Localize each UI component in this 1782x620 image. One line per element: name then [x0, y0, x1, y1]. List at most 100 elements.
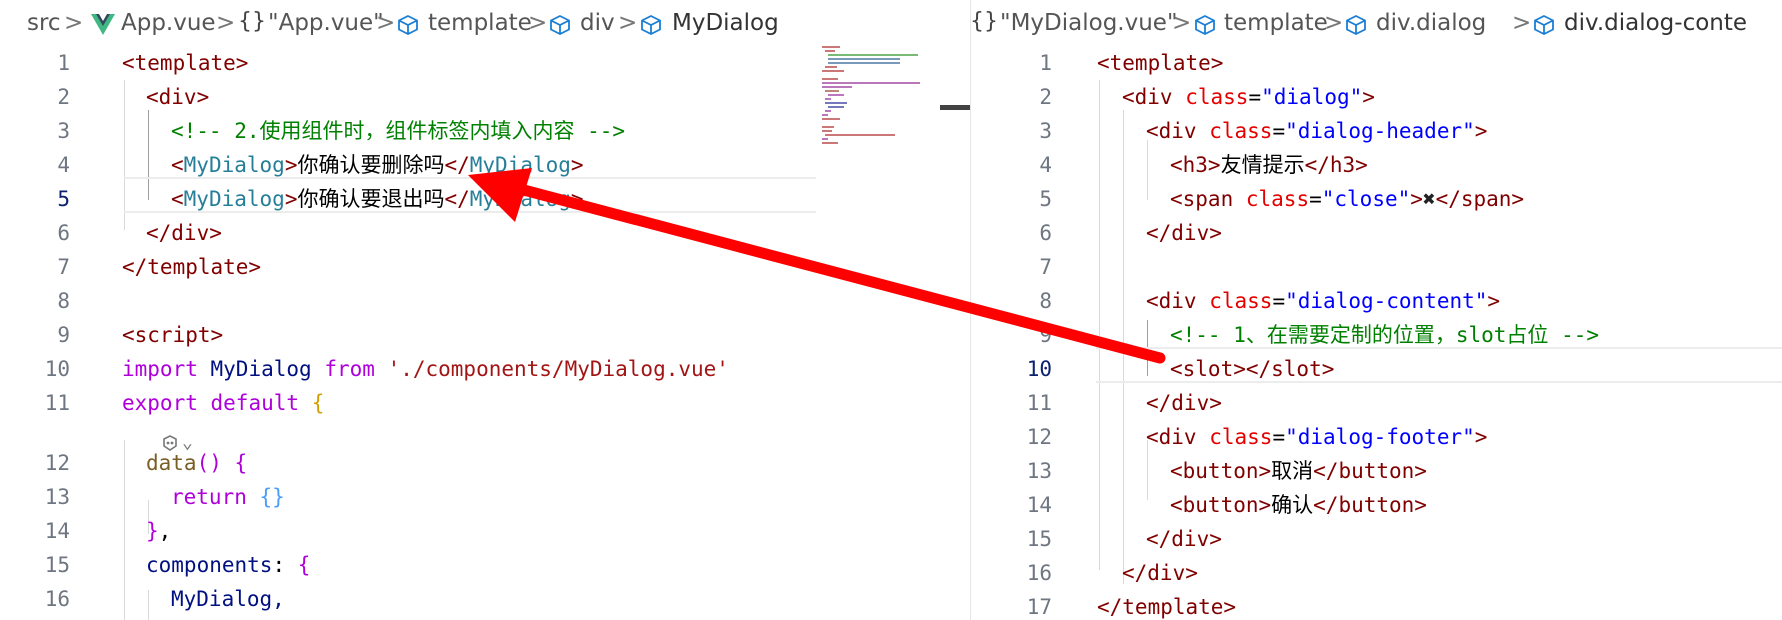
- code-line[interactable]: 1 <template>: [972, 46, 1782, 80]
- breadcrumb-symbol-file[interactable]: "MyDialog.vue": [1000, 10, 1178, 36]
- braces-icon: {}: [238, 9, 266, 34]
- code-line[interactable]: 5 <span class="close">✖</span>: [972, 182, 1782, 216]
- line-number: 4: [57, 153, 70, 177]
- code-line[interactable]: 8: [0, 284, 972, 318]
- heavy-x-icon: ✖: [1422, 187, 1436, 211]
- code-line[interactable]: 16 MyDialog,: [0, 582, 972, 616]
- code-tokens: <MyDialog>你确认要退出吗</MyDialog>: [171, 182, 584, 216]
- code-token: {: [311, 391, 325, 415]
- code-token: <template>: [1097, 51, 1224, 75]
- breadcrumb-div-content[interactable]: div.dialog-conte: [1564, 10, 1747, 36]
- code-token: class: [1209, 289, 1273, 313]
- code-token: MyDialog: [183, 187, 285, 211]
- code-line[interactable]: 8 <div class="dialog-content">: [972, 284, 1782, 318]
- line-number: 2: [1039, 85, 1052, 109]
- code-comment: <!-- 2.使用组件时，组件标签内填入内容 -->: [171, 119, 626, 143]
- chevron-right-icon: >: [64, 10, 84, 36]
- code-line[interactable]: 7: [972, 250, 1782, 284]
- code-line[interactable]: 3 <div class="dialog-header">: [972, 114, 1782, 148]
- code-token: "dialog-footer": [1285, 425, 1475, 449]
- breadcrumb-div[interactable]: div: [580, 10, 615, 36]
- code-line[interactable]: 7 </template>: [0, 250, 972, 284]
- code-token: </div>: [1146, 527, 1222, 551]
- line-number: 5: [57, 187, 70, 211]
- code-tokens: <div class="dialog">: [1122, 80, 1375, 114]
- code-tokens: return {}: [171, 480, 285, 514]
- code-line[interactable]: 11 </div>: [972, 386, 1782, 420]
- cube-icon: [398, 14, 418, 36]
- code-token: </div>: [146, 221, 222, 245]
- code-token: </div>: [1122, 561, 1198, 585]
- code-line[interactable]: 15 components: {: [0, 548, 972, 582]
- breadcrumb-template[interactable]: template: [428, 10, 532, 36]
- breadcrumb-file[interactable]: App.vue: [121, 10, 216, 36]
- minimap[interactable]: [822, 46, 922, 156]
- minimap-line: [828, 106, 844, 108]
- chevron-right-icon: >: [216, 10, 236, 36]
- code-line-current[interactable]: 10 <slot></slot>: [972, 352, 1782, 386]
- code-line[interactable]: 10 import MyDialog from './components/My…: [0, 352, 972, 386]
- code-line[interactable]: 2 <div class="dialog">: [972, 80, 1782, 114]
- code-token: <button>: [1170, 493, 1272, 517]
- code-line-current[interactable]: 5 <MyDialog>你确认要退出吗</MyDialog>: [0, 182, 972, 216]
- code-token: >: [284, 187, 298, 211]
- code-line[interactable]: 12 data() {: [0, 446, 972, 480]
- code-line[interactable]: 17 </template>: [972, 590, 1782, 620]
- code-text: 你确认要退出吗: [297, 187, 445, 211]
- line-number: 11: [44, 391, 70, 415]
- code-tokens: <button>确认</button>: [1170, 488, 1427, 522]
- code-token: </template>: [122, 255, 262, 279]
- code-line[interactable]: 9 <script>: [0, 318, 972, 352]
- line-number: 12: [1026, 425, 1052, 449]
- code-token: <div: [1146, 119, 1197, 143]
- code-text: 你确认要删除吗: [297, 153, 445, 177]
- breadcrumb-component[interactable]: MyDialog: [672, 10, 779, 36]
- code-line[interactable]: 14 <button>确认</button>: [972, 488, 1782, 522]
- code-token: {}: [259, 485, 285, 509]
- minimap-line: [822, 118, 840, 120]
- code-token: =: [1272, 289, 1286, 313]
- chevron-right-icon: >: [618, 10, 638, 36]
- code-line[interactable]: 15 </div>: [972, 522, 1782, 556]
- code-line[interactable]: 4 <h3>友情提示</h3>: [972, 148, 1782, 182]
- breadcrumb-src[interactable]: src: [27, 10, 61, 36]
- code-token: MyDialog: [183, 153, 285, 177]
- code-token: <div: [1146, 425, 1197, 449]
- minimap-line: [822, 138, 828, 140]
- code-line[interactable]: 13 <button>取消</button>: [972, 454, 1782, 488]
- breadcrumb-template[interactable]: template: [1224, 10, 1328, 36]
- code-token: =: [1309, 187, 1322, 211]
- breadcrumb-symbol-file[interactable]: "App.vue": [268, 10, 384, 36]
- code-tokens: <div class="dialog-content">: [1146, 284, 1500, 318]
- line-number: 1: [57, 51, 70, 75]
- breadcrumb-div-dialog[interactable]: div.dialog: [1376, 10, 1486, 36]
- code-line[interactable]: 13 return {}: [0, 480, 972, 514]
- line-number: 2: [57, 85, 70, 109]
- minimap-line: [822, 130, 832, 132]
- right-editor-pane: {} "MyDialog.vue" > template > div.dialo…: [972, 0, 1782, 620]
- minimap-line: [822, 86, 852, 88]
- code-text: 确认: [1271, 493, 1314, 517]
- line-number: 14: [1026, 493, 1052, 517]
- code-line[interactable]: 6 </div>: [972, 216, 1782, 250]
- minimap-line: [825, 98, 831, 100]
- code-line[interactable]: 9 <!-- 1、在需要定制的位置，slot占位 -->: [972, 318, 1782, 352]
- pane-divider[interactable]: [970, 0, 971, 620]
- code-token: export: [122, 391, 198, 415]
- code-token: }: [146, 519, 159, 543]
- line-number: 3: [1039, 119, 1052, 143]
- code-line[interactable]: 16 </div>: [972, 556, 1782, 590]
- code-line[interactable]: 14 },: [0, 514, 972, 548]
- code-token: <slot></slot>: [1170, 357, 1335, 381]
- code-line[interactable]: 12 <div class="dialog-footer">: [972, 420, 1782, 454]
- code-token: class: [1185, 85, 1249, 109]
- minimap-line: [825, 134, 895, 136]
- code-token: </h3>: [1304, 153, 1368, 177]
- code-token: MyDialog: [469, 153, 571, 177]
- overview-ruler-marker[interactable]: [940, 105, 970, 110]
- code-token: >: [570, 153, 584, 177]
- code-token: <div>: [146, 85, 210, 109]
- code-line[interactable]: 6 </div>: [0, 216, 972, 250]
- code-line[interactable]: 11 export default {: [0, 386, 972, 420]
- code-token: {: [297, 553, 311, 577]
